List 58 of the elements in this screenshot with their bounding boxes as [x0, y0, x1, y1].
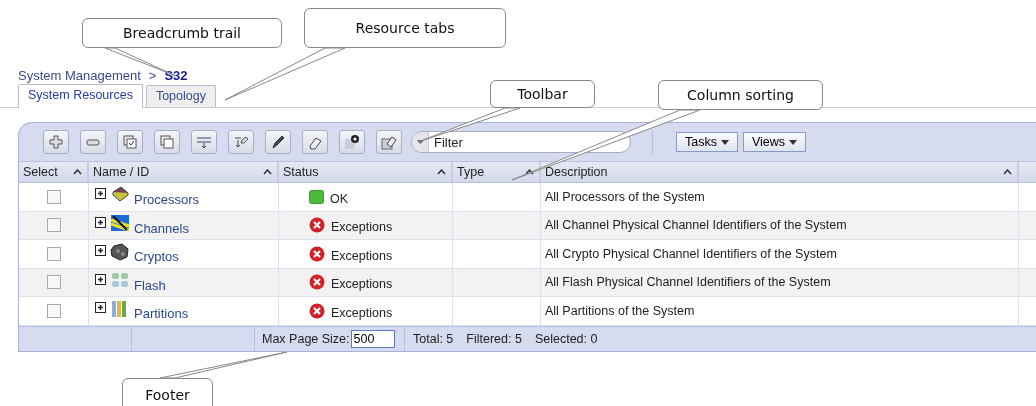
merge-icon[interactable]	[191, 130, 217, 154]
caret-icon	[720, 139, 729, 145]
callout-label: Toolbar	[490, 80, 595, 108]
resource-link[interactable]: Cryptos	[134, 249, 179, 265]
total-count: Total: 5	[413, 331, 454, 346]
expand-icon[interactable]	[95, 302, 106, 314]
resource-link[interactable]: Channels	[134, 220, 189, 236]
menu-button[interactable]: Views	[742, 132, 807, 152]
description-text: All Processors of the System	[545, 189, 705, 204]
pages-icon[interactable]	[154, 130, 180, 154]
status-text: Exceptions	[331, 277, 393, 292]
page-size-label: Max Page Size:	[262, 331, 350, 346]
page-size-field[interactable]: 500	[350, 329, 395, 348]
expand-icon[interactable]	[95, 216, 106, 228]
callout-label: Column sorting	[658, 80, 823, 110]
description-text: All Flash Physical Channel Identifiers of the System	[545, 275, 831, 290]
copy-icon[interactable]	[117, 130, 143, 154]
resource-link[interactable]: Partitions	[134, 306, 189, 322]
expand-icon[interactable]	[95, 245, 106, 257]
status-text: Exceptions	[331, 248, 393, 263]
resource-link[interactable]: Processors	[134, 192, 200, 208]
breadcrumb-link[interactable]: System Management	[18, 68, 141, 83]
checkbox[interactable]	[46, 189, 61, 204]
description-text: All Crypto Physical Channel Identifiers of the System	[545, 246, 837, 261]
dropdown-icon[interactable]	[412, 132, 429, 152]
eraser-icon[interactable]	[302, 130, 328, 154]
plus-icon[interactable]	[43, 130, 69, 154]
selected-count: Selected: 0	[534, 331, 598, 346]
menu-button[interactable]: Tasks	[676, 132, 738, 152]
breadcrumb-separator: >	[148, 68, 157, 83]
pen-icon[interactable]	[265, 130, 291, 154]
sort-icon[interactable]	[263, 169, 272, 175]
minus-icon[interactable]	[80, 130, 106, 154]
tab[interactable]: Topology	[145, 85, 216, 107]
sort-icon[interactable]	[73, 169, 82, 175]
column-header[interactable]: Name / ID	[89, 162, 279, 182]
filtered-count: Filtered: 5	[466, 331, 522, 346]
checkbox[interactable]	[46, 275, 61, 290]
sort-icon[interactable]	[437, 169, 446, 175]
column-header[interactable]: Select	[19, 162, 89, 182]
status-text: OK	[330, 191, 349, 206]
callout-label: Resource tabs	[304, 8, 506, 48]
resource-link[interactable]: Flash	[134, 277, 166, 293]
checkbox[interactable]	[46, 303, 61, 318]
breadcrumb-current: S32	[164, 68, 188, 83]
callout-label: Footer	[122, 378, 213, 406]
expand-icon[interactable]	[95, 188, 106, 200]
description-text: All Partitions of the System	[545, 303, 695, 318]
status-text: Exceptions	[331, 305, 393, 320]
checkbox[interactable]	[46, 218, 61, 233]
status-text: Exceptions	[331, 220, 393, 235]
expand-icon[interactable]	[95, 273, 106, 285]
description-text: All Channel Physical Channel Identifiers of the System	[545, 218, 847, 233]
caret-icon	[789, 139, 798, 145]
column-header[interactable]: Status	[279, 162, 453, 182]
checkbox[interactable]	[46, 246, 61, 261]
tab[interactable]: System Resources	[18, 84, 143, 108]
sort-icon[interactable]	[1003, 169, 1012, 175]
